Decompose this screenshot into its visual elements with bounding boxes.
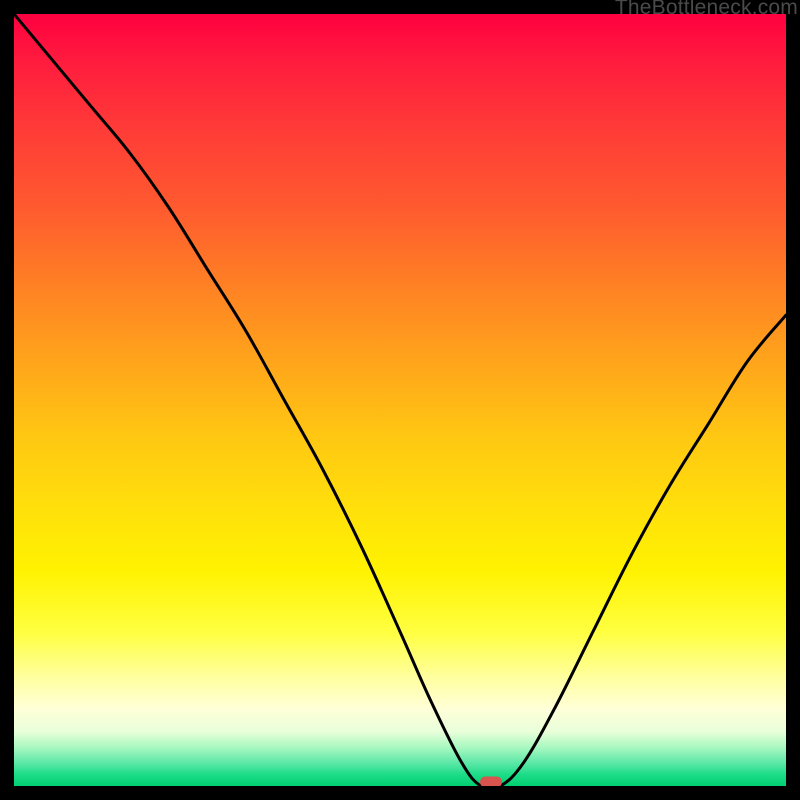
bottleneck-curve-path [14, 14, 786, 786]
chart-frame: TheBottleneck.com [0, 0, 800, 800]
bottleneck-curve [14, 14, 786, 786]
plot-area [14, 14, 786, 786]
optimal-point-marker [480, 777, 502, 786]
watermark-label: TheBottleneck.com [615, 0, 798, 20]
